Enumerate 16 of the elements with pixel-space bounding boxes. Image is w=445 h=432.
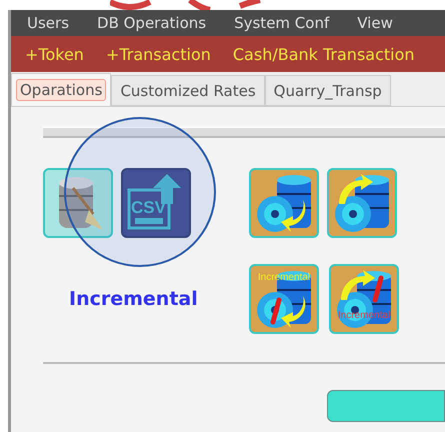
tab[interactable]: Quarry_Transp <box>264 75 391 106</box>
icon-button[interactable] <box>249 168 319 238</box>
menu-item[interactable]: Users <box>27 14 70 32</box>
icon-caption: Incremental <box>336 310 392 321</box>
toolbar-link[interactable]: +Token <box>25 44 84 64</box>
menu-item[interactable]: System Conf <box>234 14 330 32</box>
tab[interactable]: Oparations <box>11 73 112 106</box>
icon-caption: CSV <box>131 198 166 218</box>
toolbar-link[interactable]: +Transaction <box>106 44 211 64</box>
tab[interactable]: Customized Rates <box>111 75 265 106</box>
incremental-label: Incremental <box>68 288 199 310</box>
icon-button[interactable] <box>43 168 113 238</box>
menu-item[interactable]: View <box>357 14 393 32</box>
icon-button[interactable] <box>327 168 397 238</box>
toolbar-link[interactable]: Cash/Bank Transaction <box>232 44 415 64</box>
menu-item[interactable]: DB Operations <box>97 14 206 32</box>
